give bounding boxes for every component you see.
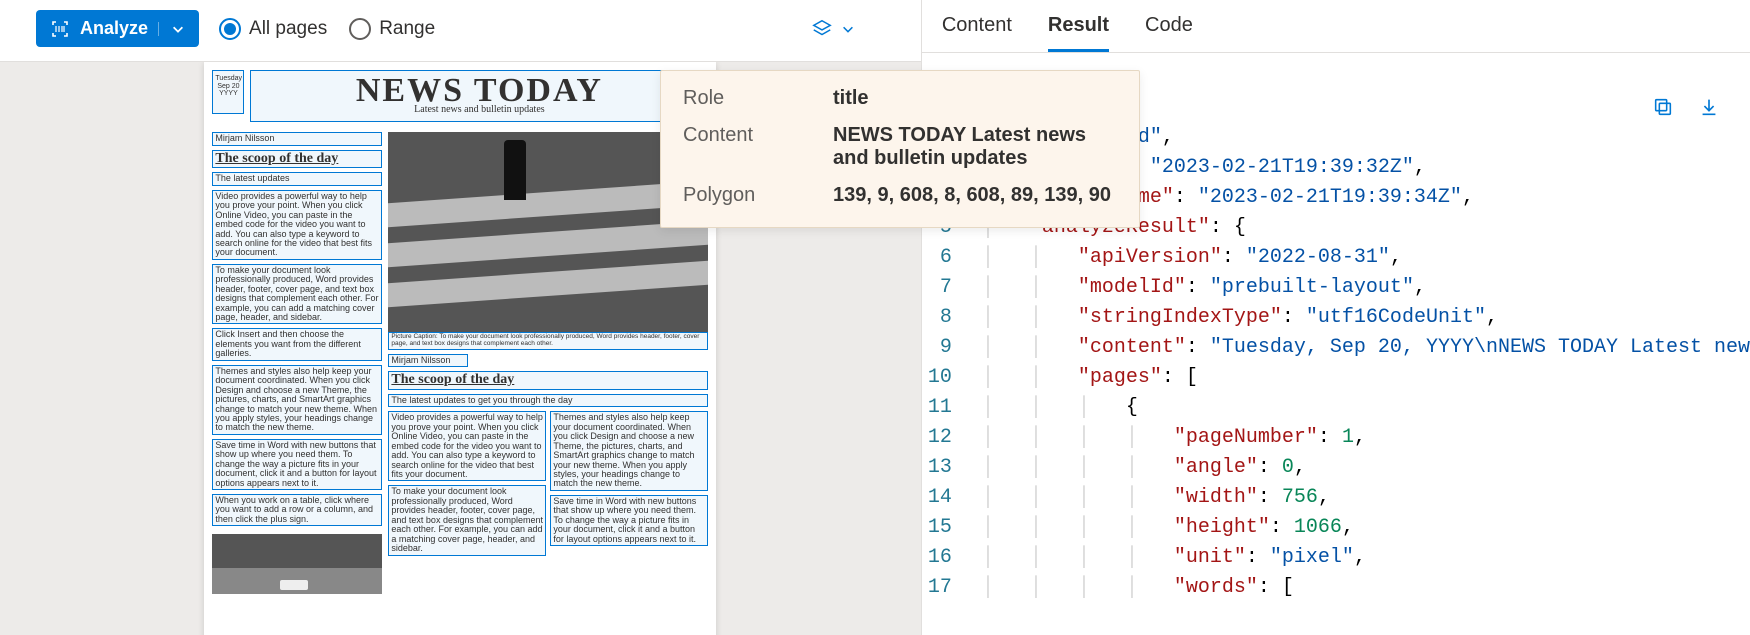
tooltip-polygon-value: 139, 9, 608, 8, 608, 89, 139, 90 (833, 184, 1117, 207)
code-line: 8│ │ "stringIndexType": "utf16CodeUnit", (922, 303, 1750, 333)
col2-video: Video provides a powerful way to help yo… (388, 411, 546, 481)
code-line: 13│ │ │ │ "angle": 0, (922, 453, 1750, 483)
tooltip-content-value: NEWS TODAY Latest news and bulletin upda… (833, 124, 1117, 170)
scoop-heading-2: The scoop of the day (388, 371, 708, 390)
analyze-button[interactable]: Analyze (36, 10, 199, 47)
results-tabs: Content Result Code (922, 0, 1750, 53)
col2-save: Save time in Word with new buttons that … (550, 495, 708, 546)
doc-subtitle: Latest news and bulletin updates (255, 105, 703, 122)
latest-subhead: The latest updates (212, 172, 382, 185)
page-mode-group: All pages Range (219, 18, 435, 40)
code-line: 17│ │ │ │ "words": [ (922, 573, 1750, 603)
tooltip-role-label: Role (683, 87, 833, 110)
tab-code[interactable]: Code (1145, 14, 1193, 52)
code-line: 12│ │ │ │ "pageNumber": 1, (922, 423, 1750, 453)
radio-range-label: Range (379, 18, 435, 40)
layers-button[interactable] (811, 18, 885, 40)
radio-icon-unchecked (349, 18, 371, 40)
layers-icon (811, 18, 833, 40)
para-insert: Click Insert and then choose the element… (212, 328, 382, 360)
para-themes: Themes and styles also help keep your do… (212, 365, 382, 435)
doc-title: NEWS TODAY Latest news and bulletin upda… (250, 70, 708, 122)
radio-icon-checked (219, 18, 241, 40)
radio-range[interactable]: Range (349, 18, 435, 40)
tooltip-role-value: title (833, 87, 1117, 110)
code-line: 11│ │ │ { (922, 393, 1750, 423)
para-table: When you work on a table, click where yo… (212, 494, 382, 526)
code-line: 9│ │ "content": "Tuesday, Sep 20, YYYY\n… (922, 333, 1750, 363)
analyze-label: Analyze (80, 18, 148, 39)
tab-content[interactable]: Content (942, 14, 1012, 52)
code-line: 16│ │ │ │ "unit": "pixel", (922, 543, 1750, 573)
toolbar: Analyze All pages Range (0, 0, 921, 62)
code-line: 15│ │ │ │ "height": 1066, (922, 513, 1750, 543)
chevron-down-icon (841, 22, 855, 36)
analyze-dropdown[interactable] (158, 22, 185, 36)
lower-image (212, 534, 382, 594)
col2-prolook: To make your document look professionall… (388, 485, 546, 555)
document-page: Tuesday Sep 20 YYYY NEWS TODAY Latest ne… (204, 62, 716, 635)
radio-all-pages-label: All pages (249, 18, 327, 40)
latest-subhead-2: The latest updates to get you through th… (388, 394, 708, 407)
col2-themes: Themes and styles also help keep your do… (550, 411, 708, 491)
tooltip-content-label: Content (683, 124, 833, 170)
element-tooltip: Role title Content NEWS TODAY Latest new… (660, 70, 1140, 228)
author-box: Mirjam Nilsson (212, 132, 382, 145)
tooltip-polygon-label: Polygon (683, 184, 833, 207)
image-caption: Picture Caption: To make your document l… (388, 332, 708, 350)
radio-all-pages[interactable]: All pages (219, 18, 327, 40)
code-line: 6│ │ "apiVersion": "2022-08-31", (922, 243, 1750, 273)
date-box: Tuesday Sep 20 YYYY (212, 70, 244, 114)
tab-result[interactable]: Result (1048, 14, 1109, 52)
code-line: 10│ │ "pages": [ (922, 363, 1750, 393)
code-line: 7│ │ "modelId": "prebuilt-layout", (922, 273, 1750, 303)
author-box-2: Mirjam Nilsson (388, 354, 468, 367)
para-prolook: To make your document look professionall… (212, 264, 382, 325)
scoop-heading: The scoop of the day (212, 150, 382, 169)
para-save: Save time in Word with new buttons that … (212, 439, 382, 490)
code-line: 14│ │ │ │ "width": 756, (922, 483, 1750, 513)
scan-icon (50, 19, 70, 39)
para-video: Video provides a powerful way to help yo… (212, 190, 382, 260)
